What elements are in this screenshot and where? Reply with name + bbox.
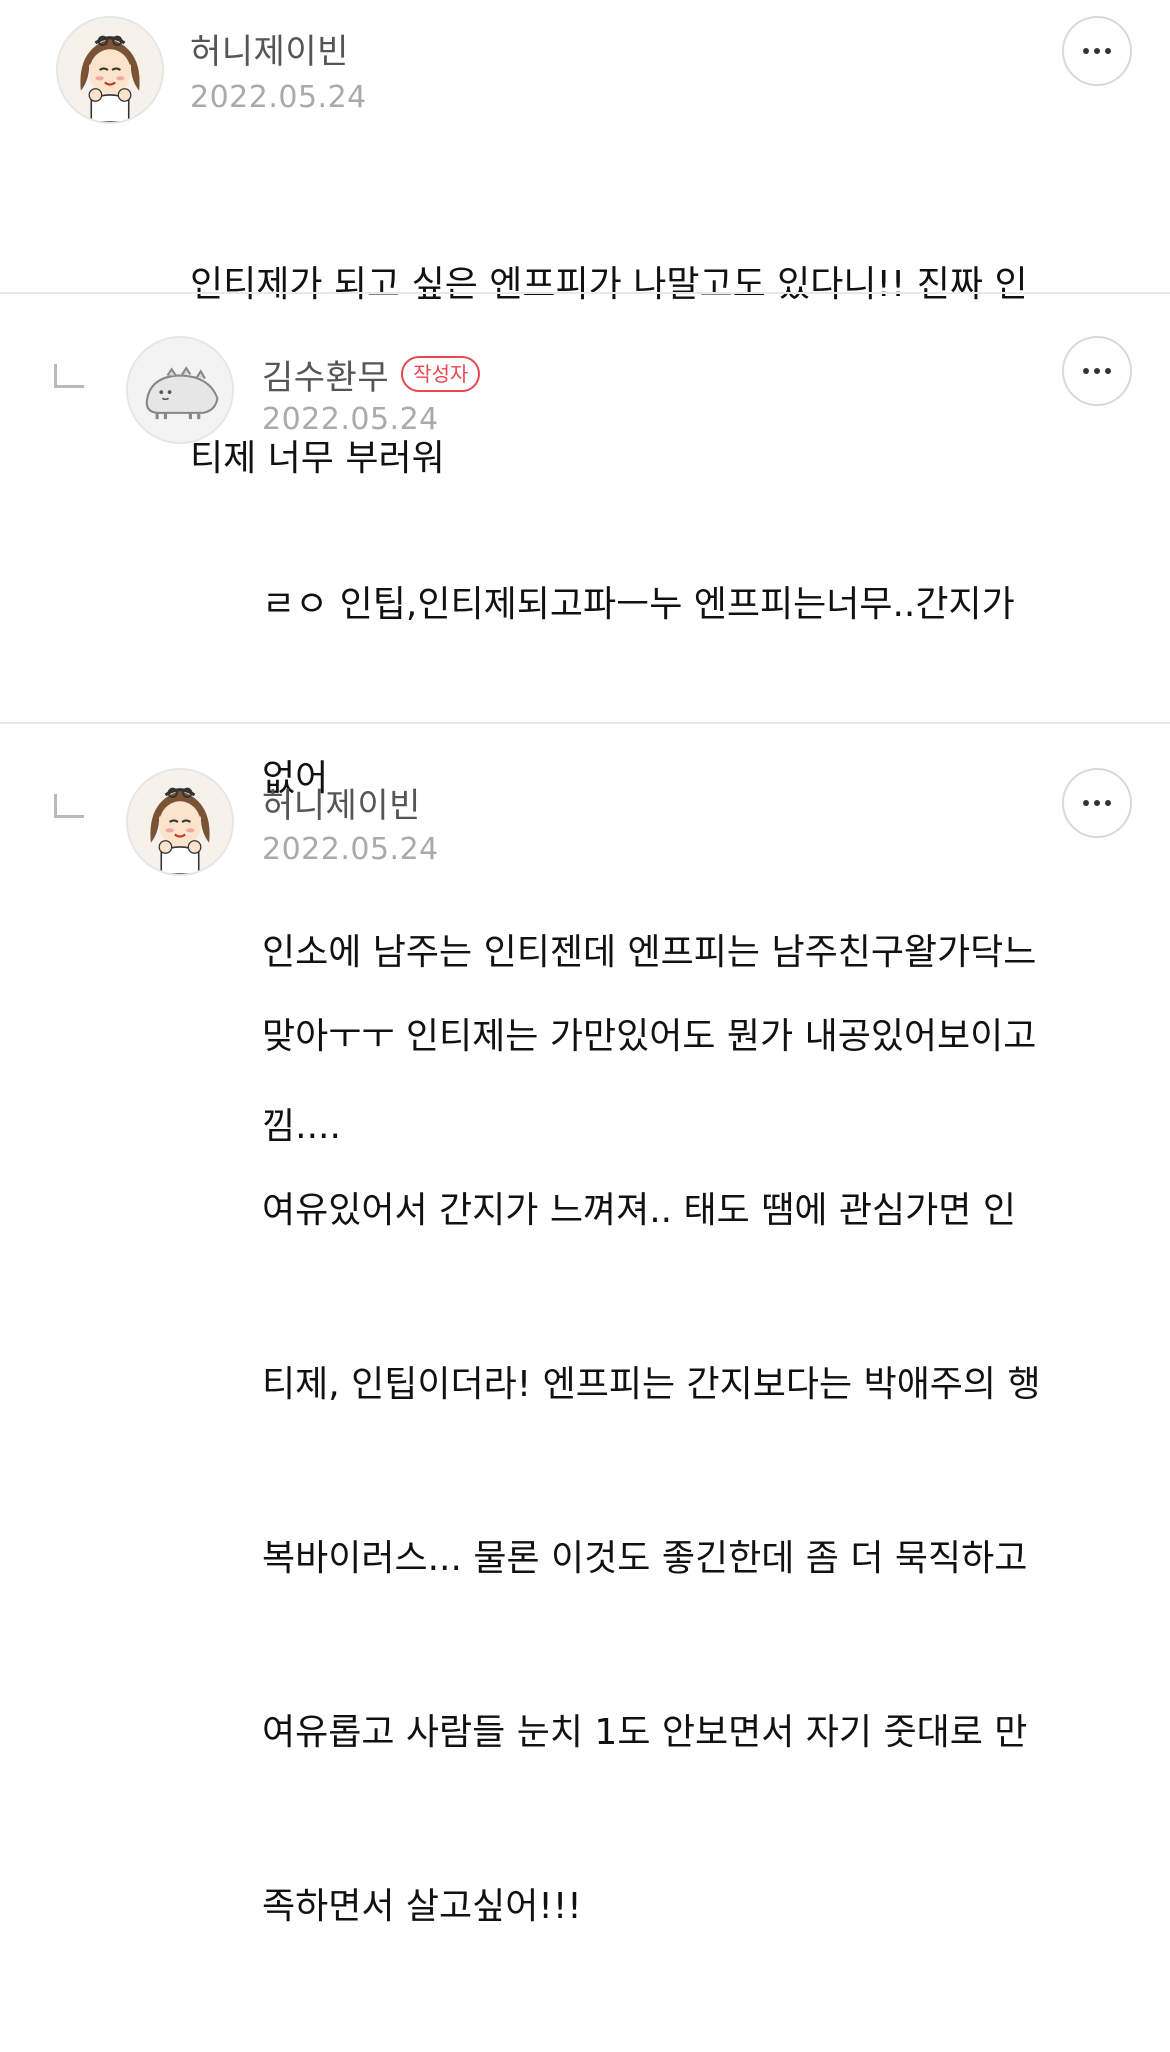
girl-avatar-icon[interactable] [56,16,164,124]
comment-line: 티제, 인팁이더라! 엔프피는 간지보다는 박애주의 행 [262,1364,1041,1405]
more-options-button[interactable] [1062,768,1132,838]
comment-item: 허니제이빈 2022.05.24 인티제가 되고 싶은 엔프피가 나말고도 있다… [0,0,1170,479]
reply-arrow-icon [54,794,84,818]
comment-line: ㄹㅇ 인팁,인티제되고파ㅡ누 엔프피는너무..간지가 [262,584,1015,625]
author-badge: 작성자 [401,356,481,392]
comment-line: 족하면서 살고싶어!!! [262,1886,582,1927]
author-name[interactable]: 허니제이빈 [190,24,349,73]
reply-arrow-icon [54,364,84,388]
comment-line: 복바이러스... 물론 이것도 좋긴한데 좀 더 묵직하고 [262,1538,1028,1579]
reply-item: 허니제이빈 2022.05.24 맞아ㅜㅜ 인티제는 가만있어도 뭔가 내공있어… [0,724,1170,1927]
comment-line: 여유롭고 사람들 눈치 1도 안보면서 자기 줏대로 만 [262,1712,1028,1753]
girl-avatar-icon[interactable] [126,768,234,876]
more-dots-icon [1083,48,1111,54]
comment-date: 2022.05.24 [262,402,439,437]
comment-line: 여유있어서 간지가 느껴져.. 태도 땜에 관심가면 인 [262,1190,1016,1231]
comment-line: 맞아ㅜㅜ 인티제는 가만있어도 뭔가 내공있어보이고 [262,1016,1037,1057]
more-dots-icon [1083,800,1111,806]
comment-date: 2022.05.24 [190,80,367,115]
more-options-button[interactable] [1062,16,1132,86]
comment-text: 맞아ㅜㅜ 인티제는 가만있어도 뭔가 내공있어보이고 여유있어서 간지가 느껴져… [262,892,1041,2052]
reply-item: 김수환무 작성자 2022.05.24 ㄹㅇ 인팁,인티제되고파ㅡ누 엔프피는너… [0,294,1170,1147]
comment-date: 2022.05.24 [262,832,439,867]
more-options-button[interactable] [1062,336,1132,406]
dinosaur-avatar-icon[interactable] [126,336,234,444]
author-name[interactable]: 허니제이빈 [262,778,421,827]
more-dots-icon [1083,368,1111,374]
author-name[interactable]: 김수환무 [262,350,389,399]
